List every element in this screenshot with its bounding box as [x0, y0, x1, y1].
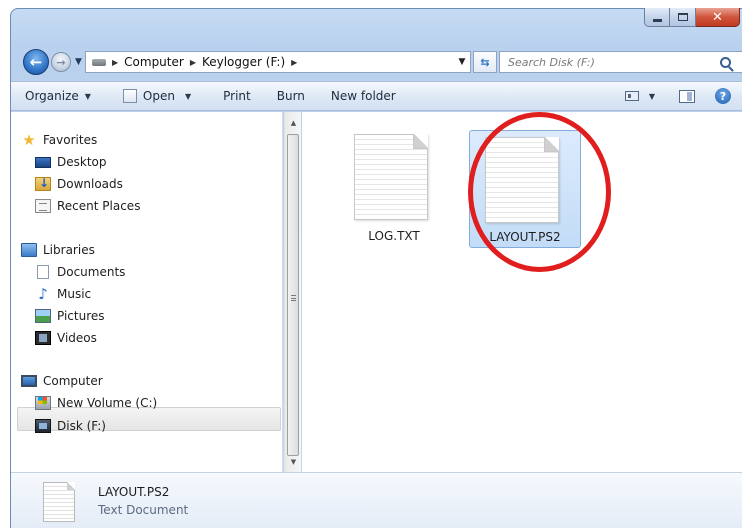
nav-videos[interactable]: Videos: [35, 328, 97, 348]
file-list: LOG.TXT LAYOUT.PS2: [302, 112, 742, 472]
pictures-icon: [35, 309, 51, 323]
refresh-icon: ⇆: [480, 55, 490, 69]
address-dropdown-icon[interactable]: ▼: [454, 57, 470, 67]
help-icon[interactable]: ?: [715, 88, 731, 104]
preview-pane-icon[interactable]: [679, 89, 695, 103]
explorer-window: ✕ ← → ▼ ▶ Computer ▶ Keylogger (F:) ▶ ▼ …: [10, 8, 742, 528]
search-input[interactable]: [500, 53, 720, 71]
details-file-type: Text Document: [98, 503, 189, 517]
print-button[interactable]: Print: [201, 85, 261, 107]
back-button[interactable]: ←: [23, 49, 49, 75]
open-label: Open: [142, 89, 175, 103]
forward-arrow-icon: →: [56, 55, 66, 69]
close-button[interactable]: ✕: [696, 8, 740, 27]
downloads-icon: [35, 176, 51, 191]
star-icon: ★: [22, 131, 36, 149]
scrollbar-thumb[interactable]: [287, 134, 299, 456]
chevron-right-icon[interactable]: ▶: [112, 58, 118, 67]
minimize-button[interactable]: [644, 8, 670, 27]
nav-disk-f[interactable]: Disk (F:): [35, 416, 106, 436]
videos-icon: [35, 331, 51, 345]
navigation-pane: ★ Favorites Desktop Downloads Recent Pla…: [11, 112, 283, 472]
nav-desktop-label: Desktop: [57, 155, 107, 169]
nav-computer[interactable]: Computer: [21, 371, 103, 391]
nav-pictures-label: Pictures: [57, 309, 105, 323]
details-file-name: LAYOUT.PS2: [98, 485, 170, 499]
file-name: LOG.TXT: [368, 229, 420, 243]
refresh-button[interactable]: ⇆: [473, 51, 497, 73]
back-arrow-icon: ←: [29, 53, 43, 71]
file-name: LAYOUT.PS2: [489, 230, 561, 244]
minimize-icon: [652, 18, 662, 22]
search-box: [499, 51, 742, 73]
grip-icon: [291, 295, 296, 301]
chevron-right-icon[interactable]: ▶: [291, 58, 297, 67]
documents-icon: [37, 265, 49, 279]
removable-disk-icon: [35, 419, 51, 433]
change-view-icon[interactable]: [624, 91, 639, 101]
drive-icon: [92, 58, 106, 66]
nav-libraries[interactable]: Libraries: [21, 240, 95, 260]
nav-downloads-label: Downloads: [57, 177, 123, 191]
nav-desktop[interactable]: Desktop: [35, 152, 107, 172]
maximize-icon: [677, 13, 688, 21]
nav-downloads[interactable]: Downloads: [35, 174, 123, 194]
recent-pages-dropdown[interactable]: ▼: [75, 57, 82, 67]
organize-button[interactable]: Organize ▼: [11, 85, 101, 107]
nav-computer-label: Computer: [43, 374, 103, 388]
computer-icon: [21, 375, 37, 387]
command-bar-right: ▼ ?: [611, 82, 742, 110]
nav-libraries-label: Libraries: [43, 243, 95, 257]
desktop-icon: [35, 157, 51, 168]
nav-recent-places-label: Recent Places: [57, 199, 141, 213]
nav-disk-f-label: Disk (F:): [57, 419, 106, 433]
music-note-icon: ♪: [38, 285, 48, 303]
chevron-right-icon[interactable]: ▶: [190, 58, 196, 67]
chevron-down-icon: ▼: [84, 91, 91, 101]
close-icon: ✕: [712, 9, 723, 25]
scroll-up-icon[interactable]: ▲: [285, 114, 302, 131]
organize-label: Organize: [25, 89, 79, 103]
file-item-log-txt[interactable]: LOG.TXT: [338, 128, 450, 246]
windows-drive-icon: [35, 396, 51, 410]
forward-button[interactable]: →: [51, 52, 71, 72]
nav-new-volume-label: New Volume (C:): [57, 396, 158, 410]
new-folder-button[interactable]: New folder: [315, 85, 406, 107]
nav-videos-label: Videos: [57, 331, 97, 345]
command-bar: Organize ▼ Open ▼ Print Burn New folder …: [11, 81, 742, 111]
breadcrumb-computer[interactable]: Computer: [124, 55, 184, 69]
nav-music-label: Music: [57, 287, 92, 301]
address-bar[interactable]: ▶ Computer ▶ Keylogger (F:) ▶ ▼: [85, 51, 471, 73]
breadcrumb-keylogger[interactable]: Keylogger (F:): [202, 55, 285, 69]
text-file-icon: [354, 134, 428, 220]
details-pane: LAYOUT.PS2 Text Document: [11, 472, 742, 528]
burn-button[interactable]: Burn: [261, 85, 315, 107]
nav-music[interactable]: ♪ Music: [35, 284, 91, 304]
caption-buttons: ✕: [644, 8, 740, 27]
maximize-button[interactable]: [670, 8, 696, 27]
chevron-down-icon: ▼: [184, 91, 192, 101]
nav-favorites-label: Favorites: [43, 133, 98, 147]
file-item-layout-ps2[interactable]: LAYOUT.PS2: [469, 130, 581, 248]
nav-recent-places[interactable]: Recent Places: [35, 196, 140, 216]
text-file-icon: [43, 482, 75, 522]
search-icon[interactable]: [720, 56, 731, 68]
nav-pictures[interactable]: Pictures: [35, 306, 105, 326]
nav-documents-label: Documents: [57, 265, 126, 279]
nav-new-volume[interactable]: New Volume (C:): [35, 393, 157, 413]
text-file-icon: [485, 137, 559, 223]
libraries-icon: [21, 243, 37, 257]
recent-places-icon: [35, 199, 51, 213]
scroll-down-icon[interactable]: ▼: [285, 453, 302, 470]
nav-scrollbar[interactable]: ▲ ▼: [284, 112, 301, 472]
document-icon: [122, 89, 137, 103]
nav-documents[interactable]: Documents: [35, 262, 125, 282]
open-button[interactable]: Open ▼: [101, 85, 201, 107]
nav-favorites[interactable]: ★ Favorites: [21, 130, 97, 150]
chevron-down-icon[interactable]: ▼: [649, 92, 655, 101]
